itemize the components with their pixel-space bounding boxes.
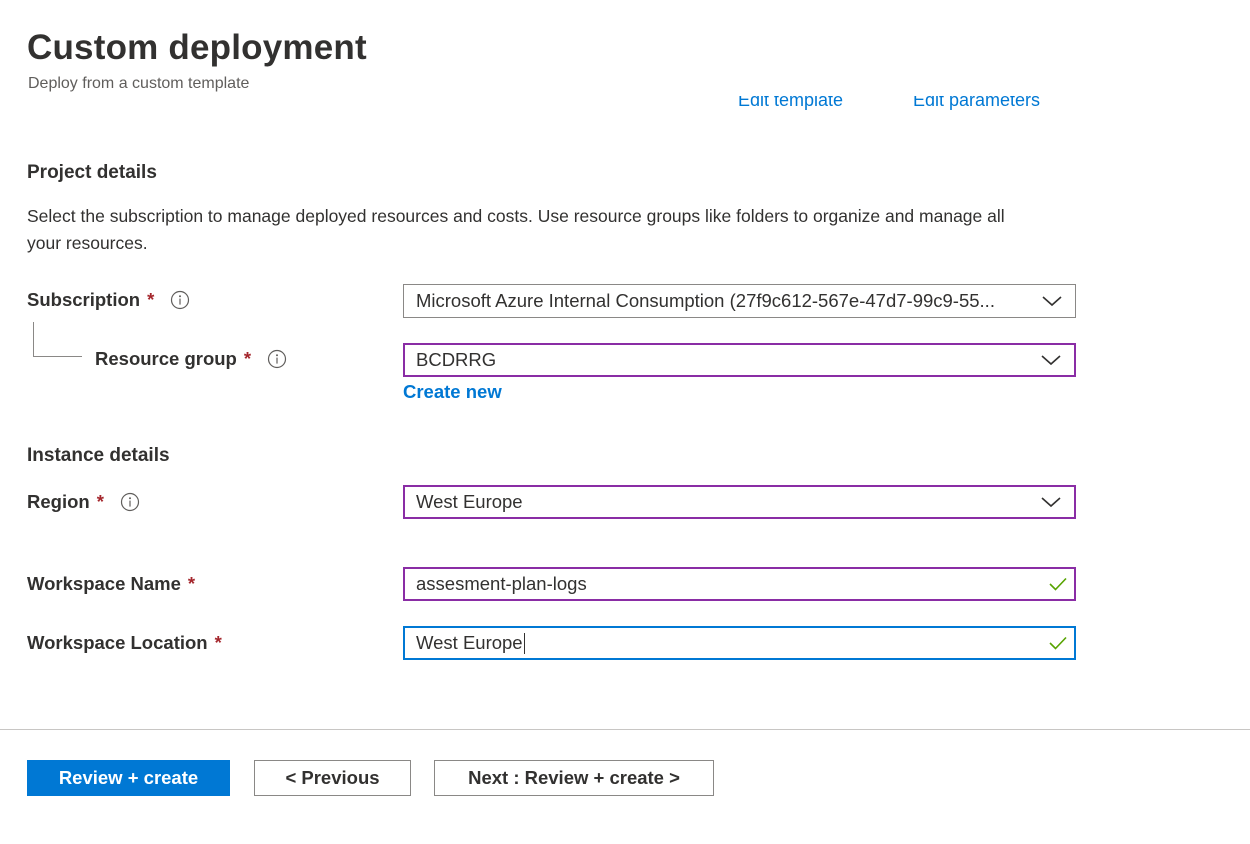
review-create-button[interactable]: Review + create [27,760,230,796]
workspace-location-value-wrap: West Europe [416,632,1048,655]
region-label: Region * [27,491,140,513]
region-value: West Europe [416,491,523,512]
previous-button[interactable]: < Previous [254,760,411,796]
subscription-dropdown[interactable]: Microsoft Azure Internal Consumption (27… [403,284,1076,318]
breadcrumb[interactable] [14,0,154,2]
required-marker: * [214,632,222,653]
resource-group-label: Resource group * [95,348,287,370]
page-subtitle: Deploy from a custom template [28,75,250,92]
chevron-down-icon [1042,296,1062,307]
workspace-name-value: assesment-plan-logs [416,573,587,594]
subscription-label-text: Subscription [27,289,141,310]
workspace-location-label-text: Workspace Location [27,632,208,653]
subscription-value: Microsoft Azure Internal Consumption (27… [416,290,995,311]
page-title: Custom deployment [27,28,367,67]
workspace-name-label-text: Workspace Name [27,573,181,594]
workspace-location-label: Workspace Location * [27,632,222,654]
resource-group-label-text: Resource group [95,348,237,369]
project-details-heading: Project details [27,162,157,183]
resource-group-dropdown[interactable]: BCDRRG [403,343,1076,377]
workspace-name-input[interactable]: assesment-plan-logs [403,567,1076,601]
tree-connector [33,322,82,357]
region-label-text: Region [27,491,90,512]
checkmark-icon [1049,636,1067,650]
text-cursor [523,633,525,655]
edit-parameters-link[interactable]: Edit parameters [913,96,1040,111]
footer-divider [0,729,1250,730]
workspace-location-input[interactable]: West Europe [403,626,1076,660]
workspace-location-value: West Europe [416,631,523,653]
required-marker: * [96,491,104,512]
info-icon[interactable] [120,492,140,512]
region-dropdown[interactable]: West Europe [403,485,1076,519]
instance-details-heading: Instance details [27,445,170,466]
chevron-down-icon [1041,355,1061,366]
info-icon[interactable] [170,290,190,310]
required-marker: * [243,348,252,369]
required-marker: * [147,289,155,310]
chevron-down-icon [1041,497,1061,508]
checkmark-icon [1049,577,1067,591]
workspace-name-label: Workspace Name * [27,573,195,595]
create-new-link[interactable]: Create new [403,381,502,403]
info-icon[interactable] [267,349,287,369]
subscription-label: Subscription * [27,289,190,311]
edit-template-link[interactable]: Edit template [738,96,843,111]
project-details-description: Select the subscription to manage deploy… [27,206,1005,253]
resource-group-value: BCDRRG [416,349,497,370]
required-marker: * [187,573,196,594]
next-review-create-button[interactable]: Next : Review + create > [434,760,714,796]
